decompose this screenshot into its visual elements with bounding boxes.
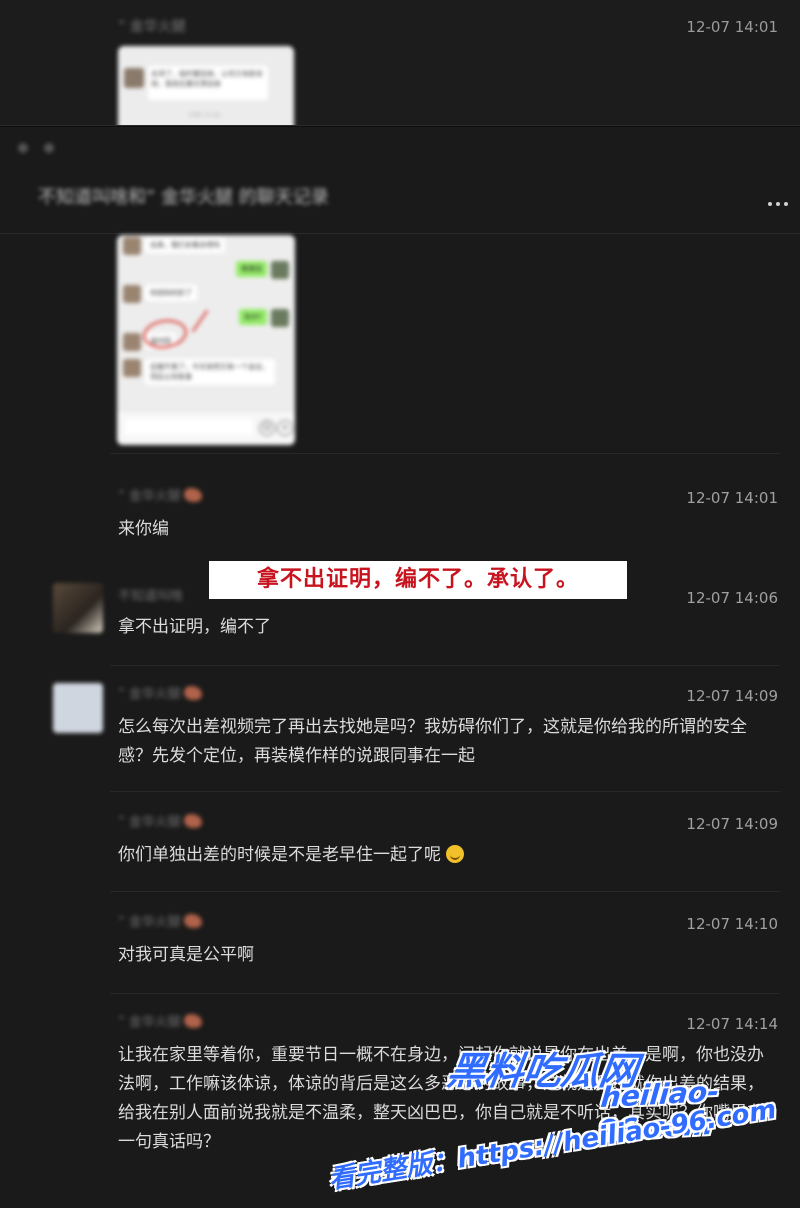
message-text[interactable]: 你们单独出差的时候是不是老早住一起了呢 [118,841,778,870]
message-time: 12-07 14:10 [686,915,778,933]
message-sender: ” 金华火腿 [118,485,202,504]
message-text[interactable]: 来你编 [118,515,778,544]
screenshot-input-bar: ☺ + [117,410,295,445]
drumstick-icon [183,1014,202,1028]
screenshot-bubble: 杭州? [239,309,267,325]
avatar [271,261,289,279]
minimize-window-icon[interactable] [44,143,54,153]
emoji-icon: ☺ [259,420,275,436]
message-time: 12-07 14:01 [686,18,778,36]
message-sender: ” 金华火腿 [118,683,202,702]
message-sender: ” 金华火腿 [118,811,202,830]
red-stroke-mark [191,309,209,333]
chat-history-window: 不知道叫啥和” 金华火腿 的聊天记录 出来，我们去看去吧吗 哪里回 你回你的好了… [0,127,800,1208]
close-window-icon[interactable] [18,143,28,153]
drumstick-icon [183,488,202,502]
message-divider [110,453,780,454]
drumstick-icon [183,914,202,928]
message-sender: ” 金华火腿 [118,1011,202,1030]
message-time: 12-07 14:09 [686,815,778,833]
avatar[interactable] [53,583,103,633]
thumbnail-footer: 10月 11:41 [188,112,221,119]
message-time: 12-07 14:14 [686,1015,778,1033]
screenshot-attachment[interactable]: 出来，我们去看去吧吗 哪里回 你回你的好了 杭州? 温州回 忍摆不真了，今天突然… [117,235,295,445]
screenshot-bubble: 哪里回 [236,261,267,277]
image-attachment[interactable]: 去领了，临时要回来，公司又有新安排，我现在要买票回来 10月 11:41 [118,46,294,125]
message-sender: 不知道叫啥 [118,589,184,604]
message-text[interactable]: 对我可真是公平啊 [118,941,778,970]
screenshot-bubble: 你回你的好了 [145,285,197,301]
header-divider [0,233,800,234]
avatar[interactable] [53,683,103,733]
message-text[interactable]: 怎么每次出差视频完了再出去找她是吗？我妨碍你们了，这就是你给我的所谓的安全感？先… [118,713,778,771]
thumbnail-message: 去领了，临时要回来，公司又有新安排，我现在要买票回来 [148,66,268,100]
message-text[interactable]: 拿不出证明，编不了 [118,613,778,642]
avatar [123,333,141,351]
drumstick-icon [183,686,202,700]
drumstick-icon [183,814,202,828]
plus-icon: + [277,420,293,436]
annotation-banner: 拿不出证明，编不了。承认了。 [209,561,627,599]
avatar [123,359,141,377]
chat-title: 不知道叫啥和” 金华火腿 的聊天记录 [38,187,329,208]
message-sender: ” 金华火腿 [118,19,186,35]
more-options-icon[interactable] [768,191,794,206]
avatar [123,237,141,255]
message-time: 12-07 14:06 [686,589,778,607]
message-divider [110,791,780,792]
message-text[interactable]: 让我在家里等着你，重要节日一概不在身边，问起你就说是你在出差，是啊，你也没办法啊… [118,1041,768,1157]
message-divider [110,665,780,666]
window-controls [18,143,54,153]
message-time: 12-07 14:09 [686,687,778,705]
avatar [123,285,141,303]
message-time: 12-07 14:01 [686,489,778,507]
screenshot-input-field [125,419,253,435]
message-divider [110,891,780,892]
message-divider [110,993,780,994]
message-sender: ” 金华火腿 [118,911,202,930]
avatar [271,309,289,327]
previous-chat-window: ” 金华火腿 12-07 14:01 去领了，临时要回来，公司又有新安排，我现在… [0,0,800,126]
avatar [124,68,144,88]
screenshot-bubble: 出来，我们去看去吧吗 [145,237,225,253]
screenshot-bubble: 忍摆不真了，今天突然又有一个会议，然后公司有事 [145,359,275,385]
smile-emoji-icon [446,845,465,863]
